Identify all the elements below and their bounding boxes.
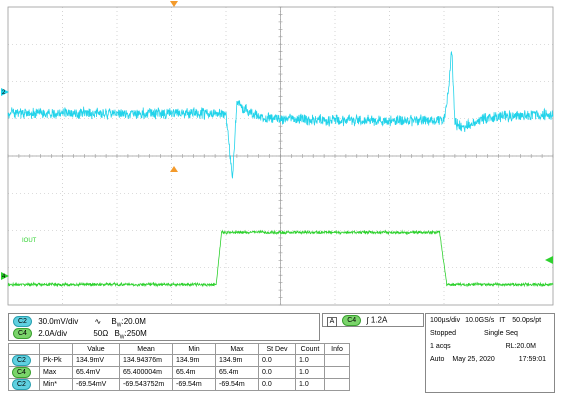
- row-name: Min*: [39, 378, 73, 391]
- row-mean: 134.94376m: [119, 354, 173, 367]
- header-min: Min: [172, 343, 216, 355]
- measurement-header-row: Value Mean Min Max St Dev Count Info: [8, 343, 350, 355]
- ch4-badge[interactable]: C4: [13, 328, 32, 339]
- it-label: IT: [499, 317, 506, 324]
- row-max: -69.54m: [215, 378, 259, 391]
- header-info: Info: [324, 343, 350, 355]
- iout-trace-label: IOUT: [22, 238, 37, 244]
- header-max: Max: [215, 343, 259, 355]
- trigger-auto-mode: Auto: [430, 356, 445, 363]
- row-info: [324, 378, 350, 391]
- row-count: 1.0: [295, 354, 325, 367]
- timebase-panel[interactable]: 100µs/div 10.0GS/s IT 50.0ps/pt Stopped …: [425, 313, 555, 393]
- row-name: Pk-Pk: [39, 354, 73, 367]
- row-info: [324, 354, 350, 367]
- ac-coupling-icon: ∿: [94, 316, 102, 326]
- row-value: 134.9mV: [72, 354, 120, 367]
- trigger-level: 1.2A: [370, 315, 388, 325]
- row-mean: 65.400004m: [119, 366, 173, 379]
- ch4-bw: BW:250M: [114, 328, 147, 341]
- row-max: 134.9m: [215, 354, 259, 367]
- row-stdev: 0.0: [258, 378, 296, 391]
- row-info: [324, 366, 350, 379]
- row-max: 65.4m: [215, 366, 259, 379]
- measurement-row[interactable]: C2 Pk-Pk 134.9mV 134.94376m 134.9m 134.9…: [8, 354, 350, 367]
- ch2-scale: 30.0mV/div: [38, 316, 79, 326]
- record-length: RL:20.0M: [505, 343, 536, 350]
- trigger-source-badge[interactable]: C4: [342, 315, 362, 326]
- ch2-scale-row[interactable]: C2 30.0mV/div ∿ BW:20.0M: [13, 316, 146, 328]
- row-min: 65.4m: [172, 366, 216, 379]
- row-value: 65.4mV: [72, 366, 120, 379]
- row-min: 134.9m: [172, 354, 216, 367]
- row-mean: -69.543752m: [119, 378, 173, 391]
- row-badge[interactable]: C2: [12, 355, 31, 366]
- resolution: 50.0ps/pt: [512, 317, 542, 324]
- vout-trace-label: VOUT: [22, 112, 39, 118]
- row-value: -69.54mV: [72, 378, 120, 391]
- clock-time: 17:59:01: [518, 356, 546, 363]
- ch4-impedance: 50Ω: [93, 328, 109, 338]
- ch4-scale: 2.0A/div: [38, 328, 68, 338]
- ch4-bw-value: :250M: [124, 328, 147, 338]
- trigger-mode: A: [327, 316, 337, 327]
- header-badge: [8, 343, 40, 355]
- header-value: Value: [72, 343, 120, 355]
- date: May 25, 2020: [452, 356, 495, 363]
- header-name: [39, 343, 73, 355]
- time-per-div: 100µs/div: [430, 317, 461, 324]
- acq-count: 1 acqs: [430, 343, 451, 350]
- row-badge[interactable]: C4: [12, 367, 31, 378]
- channel-scale-panel[interactable]: C2 30.0mV/div ∿ BW:20.0M C4 2.0A/div 50Ω…: [8, 313, 320, 341]
- row-stdev: 0.0: [258, 366, 296, 379]
- trigger-position-marker[interactable]: [170, 1, 178, 7]
- trigger-panel[interactable]: A C4 ∫ 1.2A: [322, 313, 424, 327]
- ch2-bw-value: :20.0M: [121, 316, 146, 326]
- header-count: Count: [295, 343, 325, 355]
- rising-edge-icon: ∫: [366, 315, 369, 325]
- row-min: -69.54m: [172, 378, 216, 391]
- sample-rate: 10.0GS/s: [465, 317, 495, 324]
- ch2-bw: BW:20.0M: [111, 316, 146, 329]
- measurement-row[interactable]: C2 Min* -69.54mV -69.543752m -69.54m -69…: [8, 378, 350, 391]
- ch2-badge[interactable]: C2: [13, 316, 32, 327]
- acq-seq: Single Seq: [484, 330, 518, 337]
- row-name: Max: [39, 366, 73, 379]
- row-count: 1.0: [295, 366, 325, 379]
- measurement-table[interactable]: Value Mean Min Max St Dev Count Info C2 …: [8, 343, 350, 391]
- row-count: 1.0: [295, 378, 325, 391]
- row-stdev: 0.0: [258, 354, 296, 367]
- row-badge[interactable]: C2: [12, 379, 31, 390]
- header-stdev: St Dev: [258, 343, 296, 355]
- ch4-scale-row[interactable]: C4 2.0A/div 50Ω BW:250M: [13, 328, 147, 340]
- header-mean: Mean: [119, 343, 173, 355]
- acq-state: Stopped: [430, 330, 457, 337]
- measurement-row[interactable]: C4 Max 65.4mV 65.400004m 65.4m 65.4m 0.0…: [8, 366, 350, 379]
